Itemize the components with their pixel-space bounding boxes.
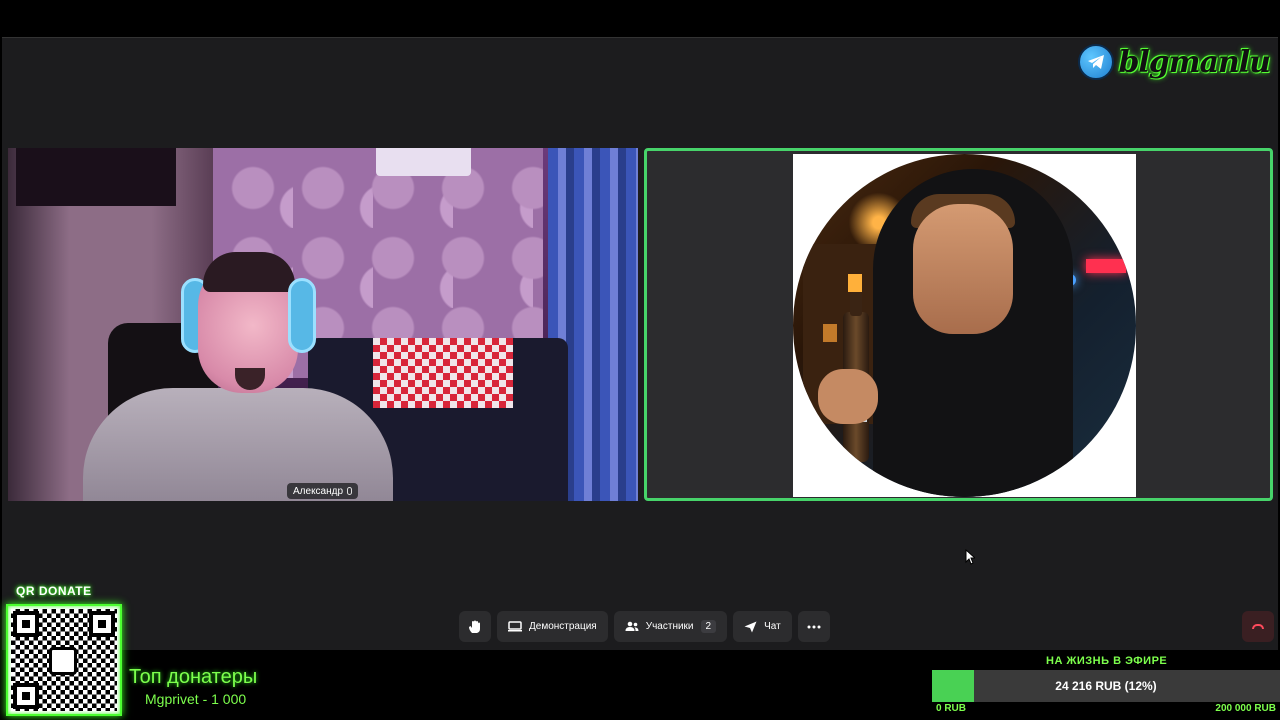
donation-goal-min-label: 0 RUB bbox=[936, 703, 967, 714]
top-bar bbox=[0, 0, 1280, 37]
participant-avatar bbox=[793, 154, 1136, 497]
donation-goal-progress-text: 24 216 RUB (12%) bbox=[1055, 679, 1157, 693]
brand-name: blgmanlu bbox=[1118, 44, 1271, 80]
mouse-cursor-icon bbox=[965, 548, 977, 570]
raise-hand-button[interactable] bbox=[459, 611, 491, 642]
screen-share-button[interactable]: Демонстрация bbox=[497, 611, 608, 642]
end-call-button[interactable] bbox=[1242, 611, 1274, 642]
participant-video-tile-left[interactable] bbox=[8, 148, 638, 501]
more-icon bbox=[807, 625, 821, 628]
chat-label: Чат bbox=[764, 621, 781, 632]
screen-share-icon bbox=[508, 621, 522, 632]
participant-video-tile-right[interactable] bbox=[644, 148, 1273, 501]
telegram-icon bbox=[1078, 44, 1115, 80]
avatar-image bbox=[793, 154, 1136, 497]
hand-icon bbox=[469, 620, 480, 633]
participants-icon bbox=[625, 621, 639, 631]
participant-person bbox=[83, 248, 393, 501]
participant-name-tag: Александр bbox=[287, 483, 359, 499]
end-call-icon bbox=[1252, 624, 1264, 629]
qr-code-frame bbox=[6, 604, 122, 716]
mic-icon bbox=[347, 487, 353, 495]
air-conditioner bbox=[376, 148, 471, 176]
more-options-button[interactable] bbox=[797, 611, 830, 642]
top-donor-entry: Mgprivet - 1 000 bbox=[145, 691, 247, 707]
participant-name: Александр bbox=[293, 485, 344, 497]
participants-count-badge: 2 bbox=[700, 620, 717, 633]
screen-share-label: Демонстрация bbox=[529, 621, 597, 632]
send-icon bbox=[744, 621, 757, 632]
qr-code-image bbox=[11, 609, 117, 711]
donation-goal-max-label: 200 000 RUB bbox=[1215, 703, 1276, 714]
participants-button[interactable]: Участники 2 bbox=[613, 611, 728, 642]
participants-label: Участники bbox=[645, 621, 694, 632]
donation-goal-progress-bar: 24 216 RUB (12%) bbox=[932, 670, 1280, 702]
brand-watermark: blgmanlu bbox=[1078, 44, 1271, 80]
call-controls: Демонстрация Участники 2 Чат bbox=[459, 611, 830, 642]
top-donors-title: Топ донатеры bbox=[129, 666, 258, 688]
chat-button[interactable]: Чат bbox=[733, 611, 792, 642]
flag bbox=[373, 338, 513, 408]
donation-goal-title: НА ЖИЗНЬ В ЭФИРЕ bbox=[1046, 655, 1168, 667]
qr-donate-label: QR DONATE bbox=[16, 584, 92, 598]
